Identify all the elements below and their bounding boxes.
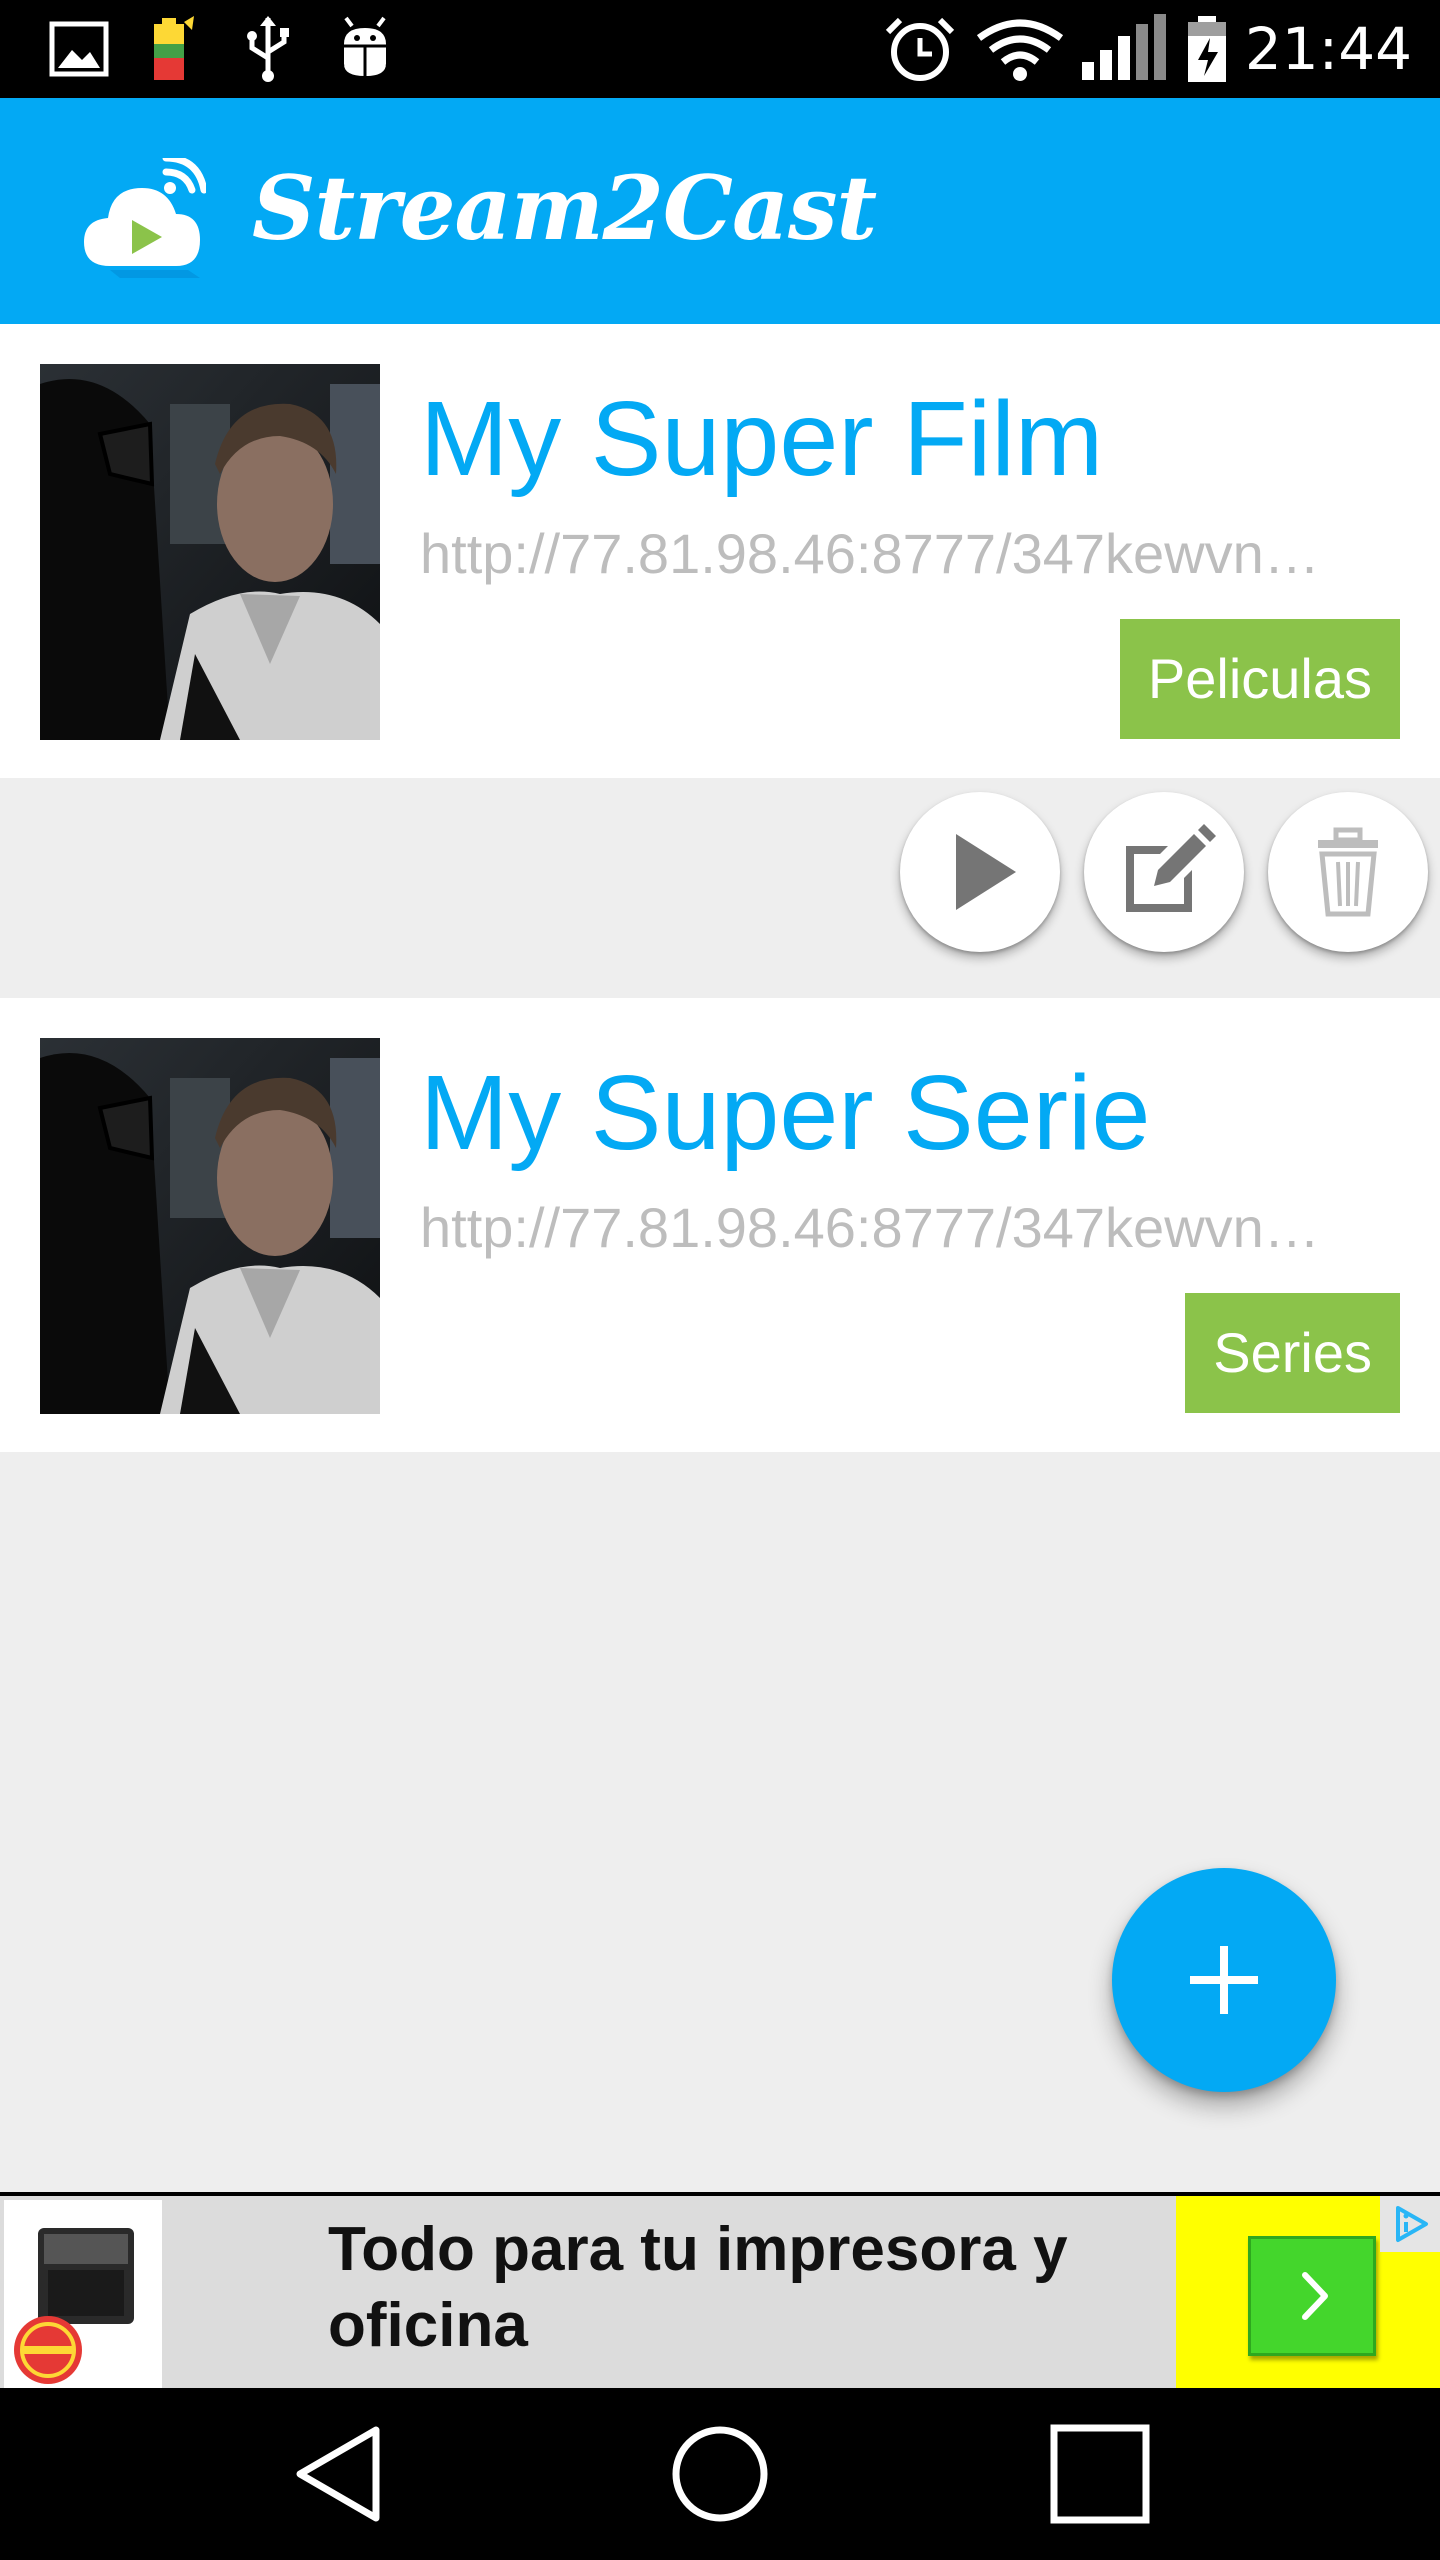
edit-icon bbox=[1126, 824, 1216, 912]
plus-icon bbox=[1190, 1946, 1258, 2014]
back-icon[interactable] bbox=[280, 2414, 400, 2534]
play-icon bbox=[956, 834, 1016, 910]
chevron-right-icon bbox=[1302, 2272, 1328, 2320]
category-tag: Peliculas bbox=[1119, 619, 1400, 739]
stream-card[interactable]: My Super Serie http://77.81.98.46:8777/3… bbox=[0, 998, 1440, 1452]
android-debug-icon bbox=[333, 16, 397, 76]
battery-charging-icon bbox=[1188, 16, 1226, 82]
adchoices-button[interactable] bbox=[1380, 2196, 1440, 2252]
category-tag: Series bbox=[1185, 1293, 1400, 1413]
ad-go-button[interactable] bbox=[1248, 2236, 1376, 2356]
recents-icon[interactable] bbox=[1040, 2414, 1160, 2534]
stream-thumbnail bbox=[40, 364, 380, 740]
play-button[interactable] bbox=[900, 792, 1060, 952]
stream-url: http://77.81.98.46:8777/347kewvn… bbox=[420, 522, 1320, 585]
battery-saver-icon bbox=[154, 16, 194, 80]
stream-title: My Super Serie bbox=[420, 1054, 1151, 1172]
ad-banner[interactable]: Todo para tu impresora y oficina bbox=[0, 2192, 1440, 2388]
adchoices-icon bbox=[1396, 2206, 1428, 2242]
stream-title: My Super Film bbox=[420, 380, 1104, 498]
signal-icon bbox=[1082, 14, 1166, 80]
trash-icon bbox=[1318, 827, 1378, 917]
system-nav-bar bbox=[0, 2388, 1440, 2560]
home-icon[interactable] bbox=[660, 2414, 780, 2534]
status-bar: 21:44 bbox=[0, 0, 1440, 98]
app-title: Stream2Cast bbox=[252, 156, 877, 260]
alarm-icon bbox=[885, 17, 955, 81]
ad-text: Todo para tu impresora y oficina bbox=[328, 2215, 1068, 2360]
image-icon bbox=[49, 21, 109, 77]
add-stream-button[interactable] bbox=[1112, 1868, 1336, 2092]
stream-url: http://77.81.98.46:8777/347kewvn… bbox=[420, 1196, 1320, 1259]
ad-image bbox=[4, 2200, 162, 2388]
delete-button[interactable] bbox=[1268, 792, 1428, 952]
app-bar: Stream2Cast bbox=[0, 98, 1440, 324]
cloud-play-cast-icon bbox=[84, 158, 206, 278]
clock: 21:44 bbox=[1244, 15, 1412, 83]
stream-card[interactable]: My Super Film http://77.81.98.46:8777/34… bbox=[0, 324, 1440, 778]
stream-thumbnail bbox=[40, 1038, 380, 1414]
edit-button[interactable] bbox=[1084, 792, 1244, 952]
wifi-icon bbox=[976, 19, 1064, 81]
card-actions bbox=[0, 778, 1440, 998]
usb-icon bbox=[247, 16, 289, 82]
